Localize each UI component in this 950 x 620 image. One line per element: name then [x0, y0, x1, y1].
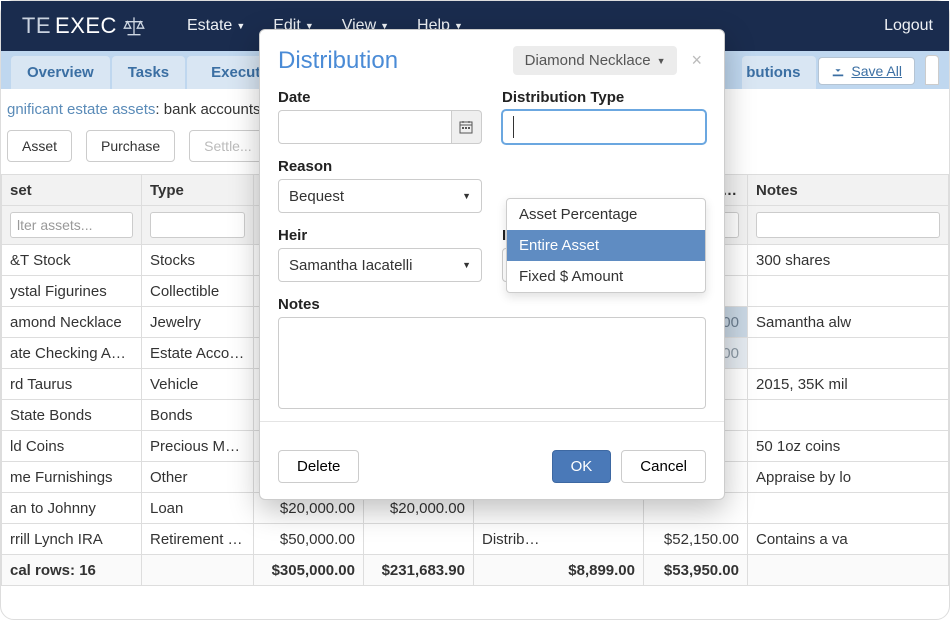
- cell-type: Vehicle: [142, 369, 254, 400]
- cell-notes: 300 shares: [748, 245, 949, 276]
- totals-row: cal rows: 16 $305,000.00 $231,683.90 $8,…: [2, 555, 949, 586]
- cell-type: Retirement (…: [142, 524, 254, 555]
- table-row[interactable]: rrill Lynch IRARetirement (…$50,000.00 Di…: [2, 524, 949, 555]
- filter-type-input[interactable]: [150, 212, 245, 238]
- cell-notes: Appraise by lo: [748, 462, 949, 493]
- filter-asset-input[interactable]: [10, 212, 133, 238]
- cell-type: Jewelry: [142, 307, 254, 338]
- total-c5: $8,899.00: [474, 555, 644, 586]
- modal-title: Distribution: [278, 47, 398, 75]
- tab-distributions[interactable]: butions: [742, 56, 816, 89]
- caret-down-icon: ▼: [236, 21, 245, 31]
- cell-type: Stocks: [142, 245, 254, 276]
- filter-notes-input[interactable]: [756, 212, 940, 238]
- cell-c4: [364, 524, 474, 555]
- cell-asset: &T Stock: [2, 245, 142, 276]
- cell-type: Collectible: [142, 276, 254, 307]
- logout-link[interactable]: Logout: [884, 17, 933, 35]
- calendar-button[interactable]: [452, 110, 482, 144]
- brand-part2: EXEC: [55, 13, 117, 39]
- cell-asset: amond Necklace: [2, 307, 142, 338]
- download-icon: [831, 64, 845, 78]
- label-dist-type: Distribution Type: [502, 89, 706, 106]
- modal-footer: Delete OK Cancel: [260, 436, 724, 499]
- cell-notes: [748, 338, 949, 369]
- reason-select[interactable]: Bequest▼: [278, 179, 482, 213]
- cell-type: Precious Me…: [142, 431, 254, 462]
- overflow-button[interactable]: [925, 55, 939, 85]
- cell-asset: me Furnishings: [2, 462, 142, 493]
- caret-down-icon: ▼: [462, 260, 471, 270]
- tab-tasks[interactable]: Tasks: [112, 56, 185, 89]
- total-label: cal rows: 16: [2, 555, 142, 586]
- text-cursor-icon: [513, 116, 514, 138]
- date-input[interactable]: [278, 110, 452, 144]
- close-icon[interactable]: ×: [687, 50, 706, 71]
- cell-notes: Contains a va: [748, 524, 949, 555]
- cell-v: $50,000.00: [254, 524, 364, 555]
- dist-type-option[interactable]: Asset Percentage: [507, 199, 705, 230]
- cell-asset: rd Taurus: [2, 369, 142, 400]
- cell-type: Loan: [142, 493, 254, 524]
- cell-type: Other: [142, 462, 254, 493]
- label-notes: Notes: [278, 296, 706, 313]
- total-v: $305,000.00: [254, 555, 364, 586]
- notes-textarea[interactable]: [278, 317, 706, 409]
- cell-notes: Samantha alw: [748, 307, 949, 338]
- col-type[interactable]: Type: [142, 175, 254, 206]
- dist-type-dropdown: Asset PercentageEntire AssetFixed $ Amou…: [506, 198, 706, 293]
- dist-type-option[interactable]: Fixed $ Amount: [507, 261, 705, 292]
- calendar-icon: [459, 120, 473, 134]
- dist-type-input[interactable]: [502, 110, 706, 144]
- cell-type: Estate Accou…: [142, 338, 254, 369]
- settle-button[interactable]: Settle...: [189, 130, 266, 162]
- delete-button[interactable]: Delete: [278, 450, 359, 483]
- modal-header: Distribution Diamond Necklace▼ ×: [260, 30, 724, 85]
- label-date: Date: [278, 89, 482, 106]
- brand-part1: TE: [17, 13, 51, 39]
- cell-notes: [748, 493, 949, 524]
- cell-asset: State Bonds: [2, 400, 142, 431]
- tab-overview[interactable]: Overview: [11, 56, 110, 89]
- label-reason: Reason: [278, 158, 482, 175]
- col-asset[interactable]: set: [2, 175, 142, 206]
- cell-notes: [748, 400, 949, 431]
- col-notes[interactable]: Notes: [748, 175, 949, 206]
- ok-button[interactable]: OK: [552, 450, 612, 483]
- total-dist: $53,950.00: [644, 555, 748, 586]
- heir-select[interactable]: Samantha Iacatelli▼: [278, 248, 482, 282]
- cell-asset: rrill Lynch IRA: [2, 524, 142, 555]
- purchase-button[interactable]: Purchase: [86, 130, 175, 162]
- dist-type-option[interactable]: Entire Asset: [507, 230, 705, 261]
- cell-asset: an to Johnny: [2, 493, 142, 524]
- cell-notes: 50 1oz coins: [748, 431, 949, 462]
- cell-notes: 2015, 35K mil: [748, 369, 949, 400]
- cell-asset: ystal Figurines: [2, 276, 142, 307]
- modal-divider: [260, 421, 724, 422]
- cell-dist: $52,150.00: [644, 524, 748, 555]
- save-all-button[interactable]: Save All: [818, 57, 915, 85]
- scale-icon: [121, 15, 147, 37]
- label-heir: Heir: [278, 227, 482, 244]
- modal-asset-picker[interactable]: Diamond Necklace▼: [513, 46, 678, 75]
- cancel-button[interactable]: Cancel: [621, 450, 706, 483]
- cell-c5: Distrib…: [474, 524, 644, 555]
- cell-notes: [748, 276, 949, 307]
- asset-button[interactable]: Asset: [7, 130, 72, 162]
- cell-type: Bonds: [142, 400, 254, 431]
- distribution-modal: Distribution Diamond Necklace▼ × Date Di…: [259, 29, 725, 500]
- brand: TEEXEC: [17, 13, 147, 39]
- caret-down-icon: ▼: [657, 56, 666, 66]
- cell-asset: ld Coins: [2, 431, 142, 462]
- menu-estate[interactable]: Estate▼: [187, 17, 245, 35]
- cell-asset: ate Checking Acc…: [2, 338, 142, 369]
- caret-down-icon: ▼: [462, 191, 471, 201]
- total-c4: $231,683.90: [364, 555, 474, 586]
